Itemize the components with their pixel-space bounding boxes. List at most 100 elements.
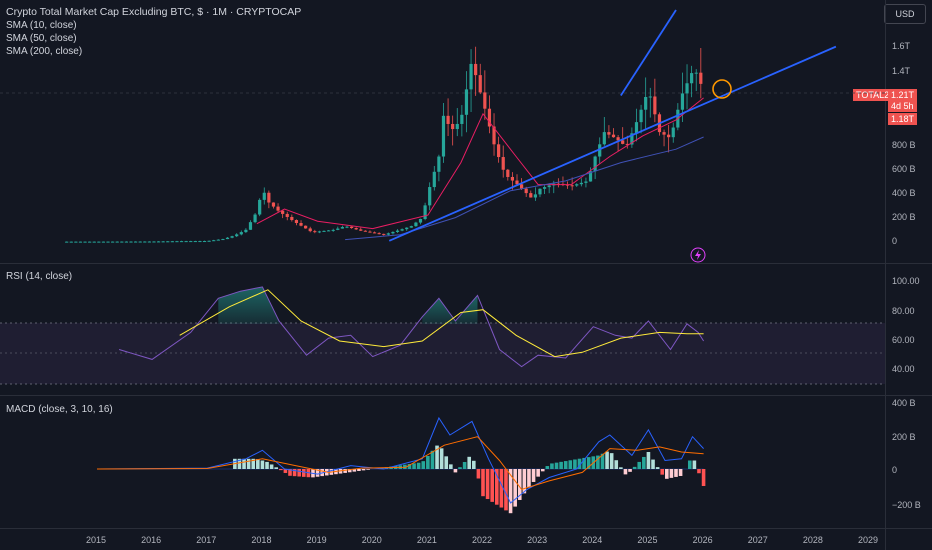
macd-histogram-bar <box>619 467 623 469</box>
macd-histogram-bar <box>476 469 481 479</box>
macd-histogram-bar <box>701 469 706 486</box>
candle-body <box>134 241 138 243</box>
candle-body <box>372 232 377 234</box>
time-tick: 2017 <box>196 535 217 545</box>
candle-body <box>69 241 73 243</box>
macd-histogram-bar <box>462 462 467 469</box>
macd-histogram-bar <box>687 460 692 469</box>
candle-body <box>152 241 156 243</box>
candle-body <box>524 188 528 194</box>
candle-body <box>667 134 671 138</box>
candle-body <box>575 184 579 186</box>
price-tick: 400 B <box>892 188 916 198</box>
candle-body <box>285 213 289 217</box>
candle-body <box>120 241 124 243</box>
candle-body <box>294 220 299 224</box>
candle-body <box>515 180 519 185</box>
candle-body <box>377 233 381 235</box>
macd-histogram-bar <box>256 459 260 469</box>
candle-body <box>648 96 652 98</box>
candle-body <box>253 214 257 223</box>
candle-body <box>97 241 101 243</box>
candle-body <box>101 241 106 243</box>
candle-body <box>354 228 358 230</box>
candle-body <box>634 122 639 134</box>
candle-body <box>304 225 308 229</box>
lightning-icon[interactable] <box>690 247 706 263</box>
candle-body <box>317 231 322 233</box>
candle-body <box>363 230 367 232</box>
candle-body <box>308 228 312 232</box>
candle-body <box>322 230 326 232</box>
trendline[interactable] <box>620 9 677 96</box>
candle-body <box>432 171 436 188</box>
candle-body <box>621 140 625 144</box>
candle-body <box>299 223 303 226</box>
rsi-overbought-fill <box>422 295 478 324</box>
rsi-overbought-fill <box>218 286 279 324</box>
candle-body <box>570 185 574 187</box>
candle-body <box>423 205 427 220</box>
macd-tick: 400 B <box>892 398 916 408</box>
macd-histogram-bar <box>692 460 697 469</box>
candle-body <box>138 241 142 243</box>
candle-body <box>193 241 197 243</box>
candle-body <box>382 233 386 235</box>
candle-body <box>184 241 188 243</box>
candle-body <box>170 241 174 243</box>
candle-body <box>611 134 616 138</box>
time-tick: 2015 <box>86 535 107 545</box>
candle-body <box>474 63 478 76</box>
candle-body <box>455 123 459 130</box>
candle-body <box>607 132 611 135</box>
macd-histogram-bar <box>642 456 646 469</box>
candle-body <box>349 226 354 229</box>
time-tick: 2026 <box>692 535 713 545</box>
candle-body <box>579 182 583 185</box>
macd-histogram-bar <box>458 467 462 469</box>
macd-histogram-bar <box>472 460 476 469</box>
candle-body <box>533 194 537 198</box>
macd-histogram-bar <box>559 461 563 469</box>
macd-histogram-bar <box>439 448 444 469</box>
macd-histogram-bar <box>632 466 637 469</box>
sma-price-tag: 1.18T <box>888 113 918 125</box>
trendline[interactable] <box>388 45 837 242</box>
candle-body <box>506 169 510 177</box>
macd-histogram-bar <box>614 460 619 469</box>
candle-body <box>225 237 230 240</box>
currency-button[interactable]: USD <box>884 4 926 24</box>
candle-body <box>414 222 418 227</box>
macd-histogram-bar <box>550 463 554 469</box>
candle-body <box>391 231 395 234</box>
candle-body <box>166 241 170 243</box>
macd-histogram-bar <box>297 469 301 477</box>
macd-histogram-bar <box>421 461 426 469</box>
chart-canvas[interactable] <box>0 0 885 528</box>
candle-body <box>538 188 542 195</box>
time-tick: 2025 <box>637 535 658 545</box>
candle-body <box>179 241 184 243</box>
candle-body <box>161 241 165 243</box>
macd-histogram-bar <box>274 467 279 469</box>
macd-histogram-bar <box>357 469 361 471</box>
price-axis-divider <box>885 0 886 550</box>
macd-histogram-bar <box>467 456 472 469</box>
macd-histogram-bar <box>246 458 251 469</box>
macd-histogram-bar <box>242 458 246 469</box>
candle-body <box>584 181 588 183</box>
macd-histogram-bar <box>416 462 421 469</box>
candle-body <box>258 199 262 215</box>
candle-body <box>464 89 469 115</box>
candle-body <box>83 241 87 243</box>
macd-histogram-bar <box>499 469 504 508</box>
macd-histogram-bar <box>301 469 306 477</box>
candle-body <box>88 241 92 243</box>
candle-body <box>405 227 409 230</box>
macd-histogram-bar <box>444 456 449 469</box>
macd-histogram-bar <box>573 459 577 469</box>
time-tick: 2028 <box>802 535 823 545</box>
macd-histogram-bar <box>490 469 494 502</box>
candle-body <box>262 192 266 200</box>
candle-body <box>143 241 147 243</box>
